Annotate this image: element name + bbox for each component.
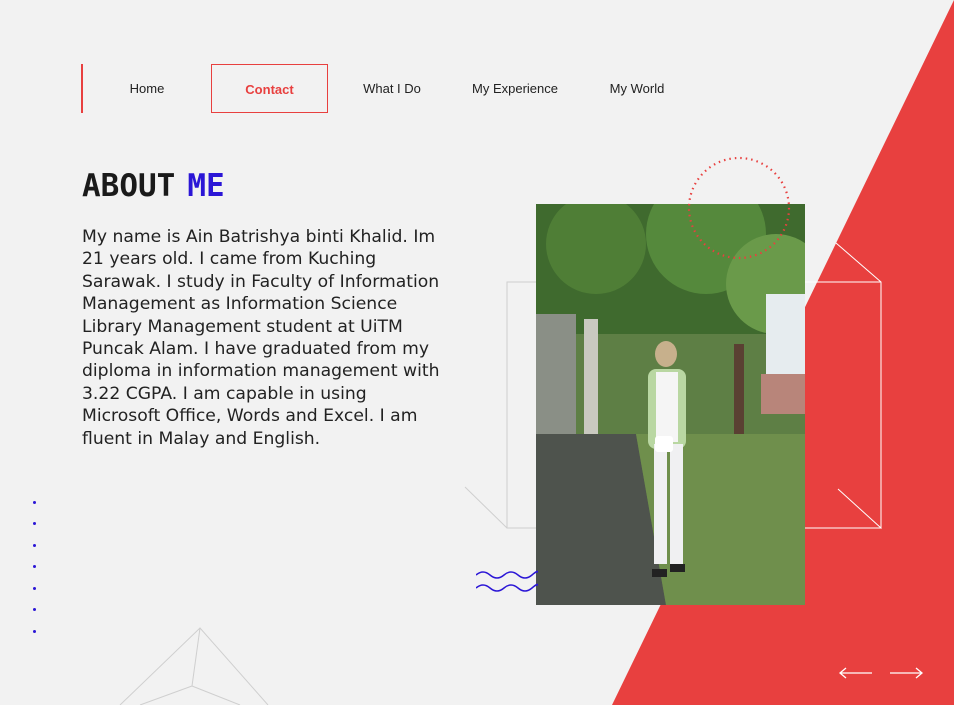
nav-left-accent-bar [81, 64, 83, 113]
title-word-about: ABOUT [82, 168, 176, 204]
wavy-lines-decoration [476, 570, 538, 592]
title-word-me: ME [187, 168, 225, 204]
bio-paragraph: My name is Ain Batrishya binti Khalid. I… [82, 227, 440, 449]
dotted-circle-decoration [687, 156, 791, 260]
arrow-left-icon[interactable] [838, 666, 874, 680]
nav-item-contact[interactable]: Contact [211, 64, 328, 113]
portrait-photo-icon [536, 204, 805, 605]
portrait-photo [536, 204, 805, 605]
nav-item-what-i-do[interactable]: What I Do [348, 64, 436, 113]
arrow-right-icon[interactable] [888, 666, 924, 680]
page-title: ABOUT ME [82, 166, 225, 206]
nav-item-my-world[interactable]: My World [594, 64, 680, 113]
nav-item-home[interactable]: Home [103, 64, 191, 113]
nav-item-my-experience[interactable]: My Experience [459, 64, 571, 113]
